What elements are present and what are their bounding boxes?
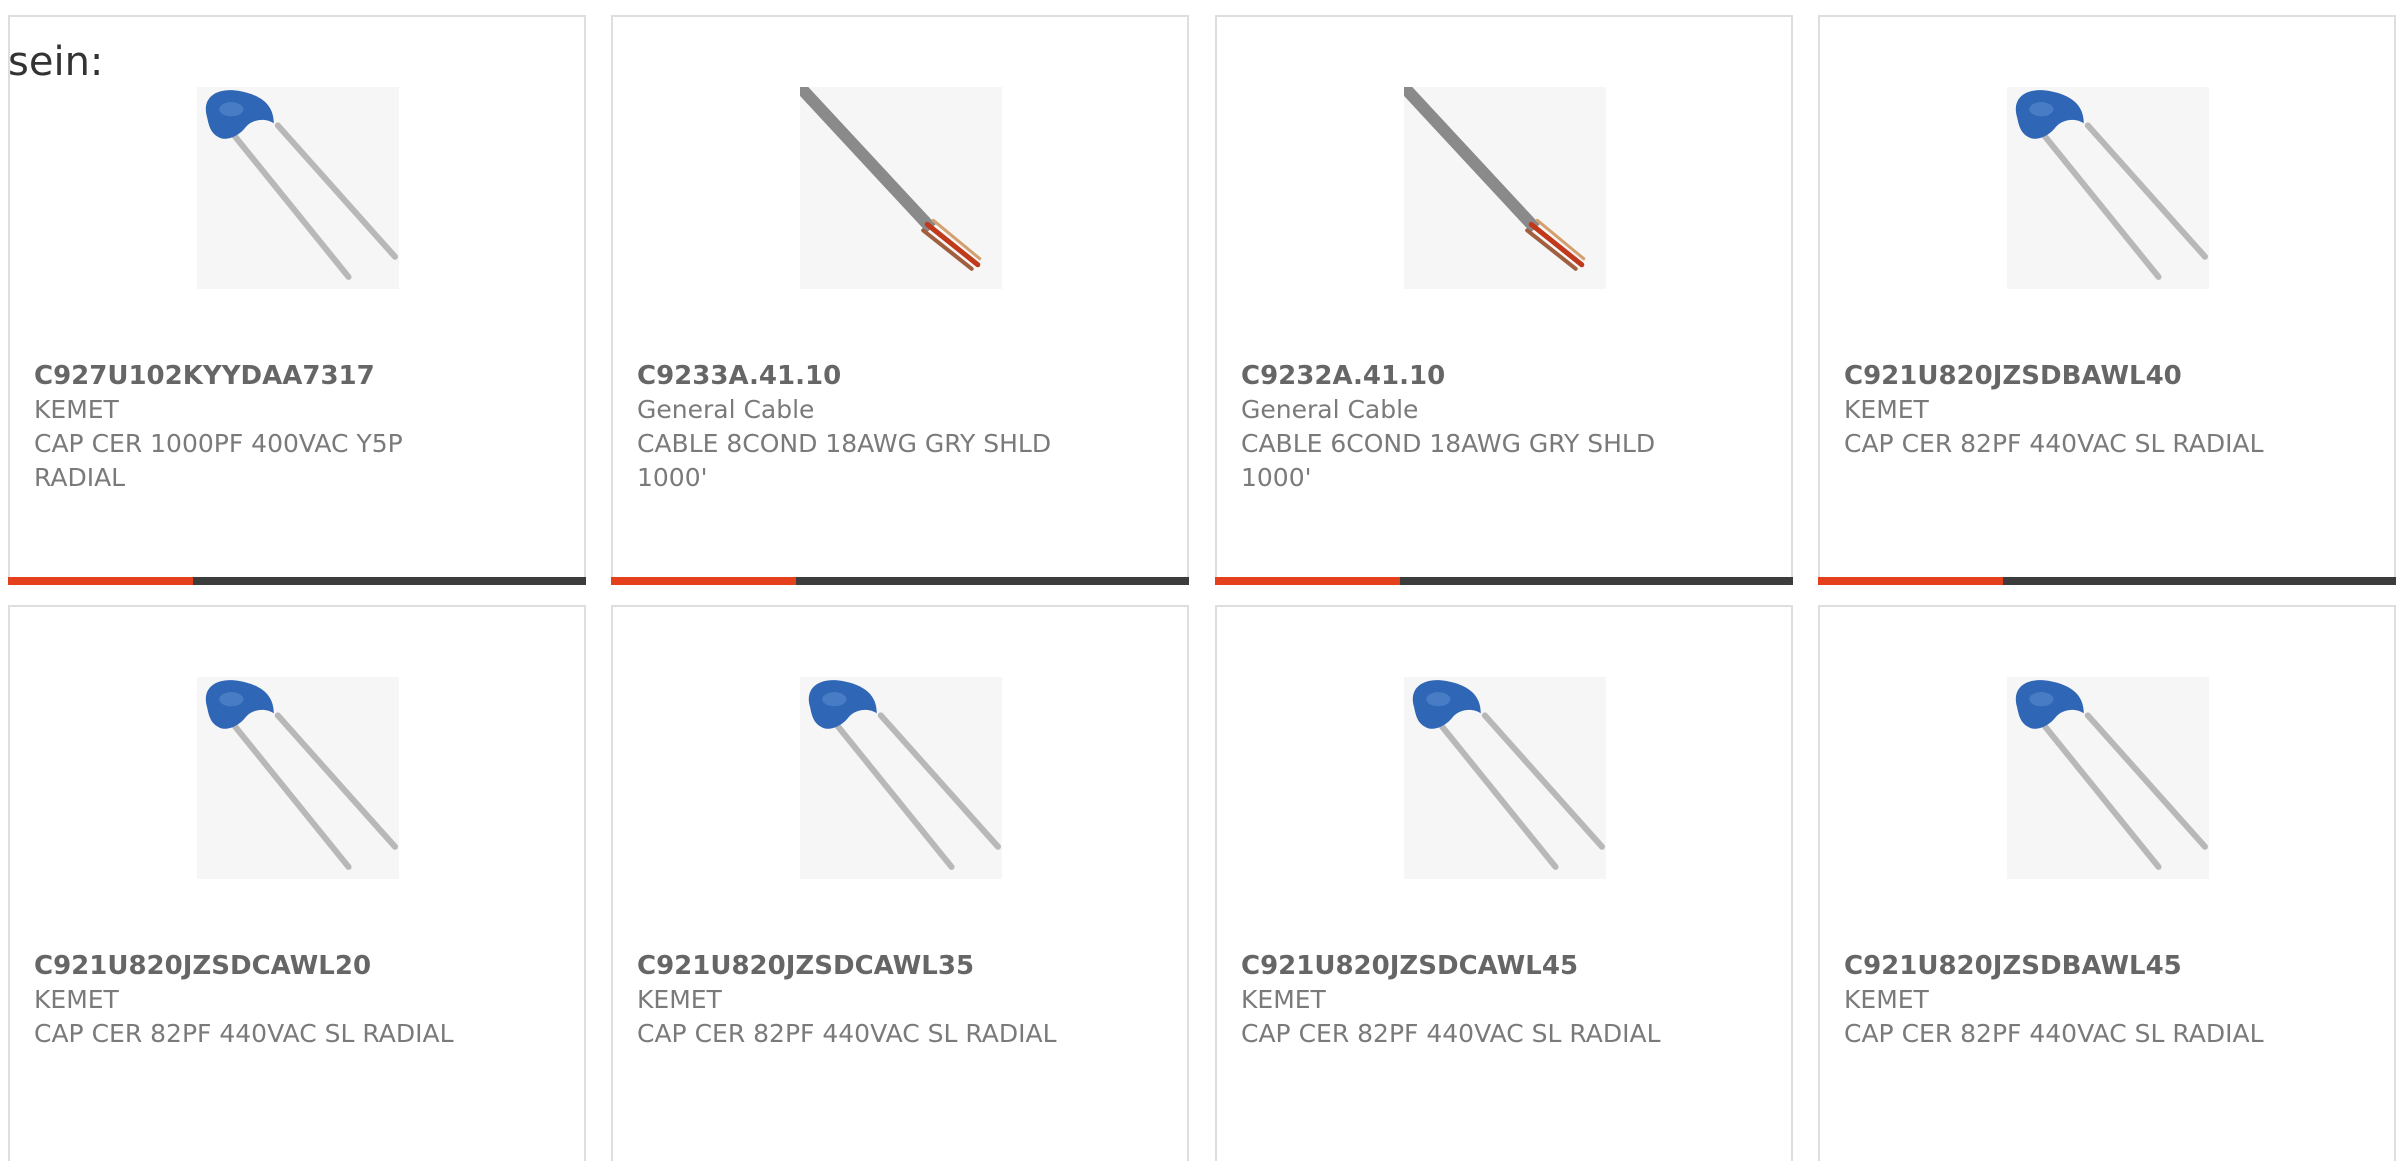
product-card[interactable]: C9232A.41.10 General Cable CABLE 6COND 1…	[1215, 15, 1793, 585]
page: sein: C927U102KYYDAA7317 KEMET CAP CER 1…	[0, 0, 2400, 1161]
manufacturer-label: KEMET	[637, 985, 722, 1014]
manufacturer-label: General Cable	[1241, 395, 1419, 424]
part-number-link[interactable]: C9232A.41.10	[1241, 359, 1761, 393]
product-info: C921U820JZSDBAWL45 KEMET CAP CER 82PF 44…	[1844, 949, 2364, 1051]
manufacturer-label: KEMET	[34, 985, 119, 1014]
intro-text: sein:	[8, 39, 104, 85]
ceramic-capacitor-icon	[205, 680, 398, 870]
product-card[interactable]: C921U820JZSDCAWL45 KEMET CAP CER 82PF 44…	[1215, 605, 1793, 1161]
progress-bar	[611, 577, 1189, 585]
manufacturer-label: General Cable	[637, 395, 815, 424]
progress-bar-fill	[611, 577, 796, 585]
product-image[interactable]	[800, 677, 1002, 879]
description-label: CAP CER 82PF 440VAC SL RADIAL	[1241, 1019, 1661, 1048]
product-card[interactable]: C921U820JZSDBAWL40 KEMET CAP CER 82PF 44…	[1818, 15, 2396, 585]
progress-bar	[1818, 577, 2396, 585]
progress-bar	[1215, 577, 1793, 585]
progress-bar-fill	[8, 577, 193, 585]
description-label: CAP CER 82PF 440VAC SL RADIAL	[1844, 429, 2264, 458]
manufacturer-label: KEMET	[1844, 395, 1929, 424]
product-card[interactable]: C921U820JZSDBAWL45 KEMET CAP CER 82PF 44…	[1818, 605, 2396, 1161]
ceramic-capacitor-icon	[2015, 680, 2208, 870]
description-label: CABLE 8COND 18AWG GRY SHLD 1000'	[637, 429, 1052, 492]
ceramic-capacitor-icon	[205, 90, 398, 280]
product-image[interactable]	[800, 87, 1002, 289]
product-grid: C927U102KYYDAA7317 KEMET CAP CER 1000PF …	[0, 0, 2400, 1161]
product-info: C921U820JZSDCAWL45 KEMET CAP CER 82PF 44…	[1241, 949, 1761, 1051]
product-card[interactable]: C921U820JZSDCAWL35 KEMET CAP CER 82PF 44…	[611, 605, 1189, 1161]
progress-bar-fill	[1215, 577, 1400, 585]
description-label: CAP CER 82PF 440VAC SL RADIAL	[34, 1019, 454, 1048]
description-label: CAP CER 82PF 440VAC SL RADIAL	[637, 1019, 1057, 1048]
part-number-link[interactable]: C921U820JZSDCAWL35	[637, 949, 1157, 983]
product-image[interactable]	[2007, 677, 2209, 879]
product-card[interactable]: C9233A.41.10 General Cable CABLE 8COND 1…	[611, 15, 1189, 585]
description-label: CAP CER 1000PF 400VAC Y5P RADIAL	[34, 429, 403, 492]
product-card[interactable]: C921U820JZSDCAWL20 KEMET CAP CER 82PF 44…	[8, 605, 586, 1161]
product-image[interactable]	[1404, 87, 1606, 289]
product-image[interactable]	[197, 87, 399, 289]
part-number-link[interactable]: C921U820JZSDCAWL45	[1241, 949, 1761, 983]
product-info: C921U820JZSDCAWL20 KEMET CAP CER 82PF 44…	[34, 949, 554, 1051]
ceramic-capacitor-icon	[1412, 680, 1605, 870]
manufacturer-label: KEMET	[34, 395, 119, 424]
part-number-link[interactable]: C921U820JZSDCAWL20	[34, 949, 554, 983]
part-number-link[interactable]: C921U820JZSDBAWL40	[1844, 359, 2364, 393]
part-number-link[interactable]: C9233A.41.10	[637, 359, 1157, 393]
product-image[interactable]	[1404, 677, 1606, 879]
progress-bar	[8, 577, 586, 585]
product-info: C927U102KYYDAA7317 KEMET CAP CER 1000PF …	[34, 359, 554, 495]
product-image[interactable]	[2007, 87, 2209, 289]
part-number-link[interactable]: C927U102KYYDAA7317	[34, 359, 554, 393]
cable-icon	[800, 87, 982, 271]
product-image[interactable]	[197, 677, 399, 879]
ceramic-capacitor-icon	[2015, 90, 2208, 280]
product-info: C921U820JZSDBAWL40 KEMET CAP CER 82PF 44…	[1844, 359, 2364, 461]
cable-icon	[1404, 87, 1586, 271]
part-number-link[interactable]: C921U820JZSDBAWL45	[1844, 949, 2364, 983]
manufacturer-label: KEMET	[1241, 985, 1326, 1014]
description-label: CAP CER 82PF 440VAC SL RADIAL	[1844, 1019, 2264, 1048]
product-card[interactable]: C927U102KYYDAA7317 KEMET CAP CER 1000PF …	[8, 15, 586, 585]
product-info: C921U820JZSDCAWL35 KEMET CAP CER 82PF 44…	[637, 949, 1157, 1051]
ceramic-capacitor-icon	[808, 680, 1001, 870]
product-info: C9233A.41.10 General Cable CABLE 8COND 1…	[637, 359, 1157, 495]
product-info: C9232A.41.10 General Cable CABLE 6COND 1…	[1241, 359, 1761, 495]
description-label: CABLE 6COND 18AWG GRY SHLD 1000'	[1241, 429, 1656, 492]
manufacturer-label: KEMET	[1844, 985, 1929, 1014]
progress-bar-fill	[1818, 577, 2003, 585]
